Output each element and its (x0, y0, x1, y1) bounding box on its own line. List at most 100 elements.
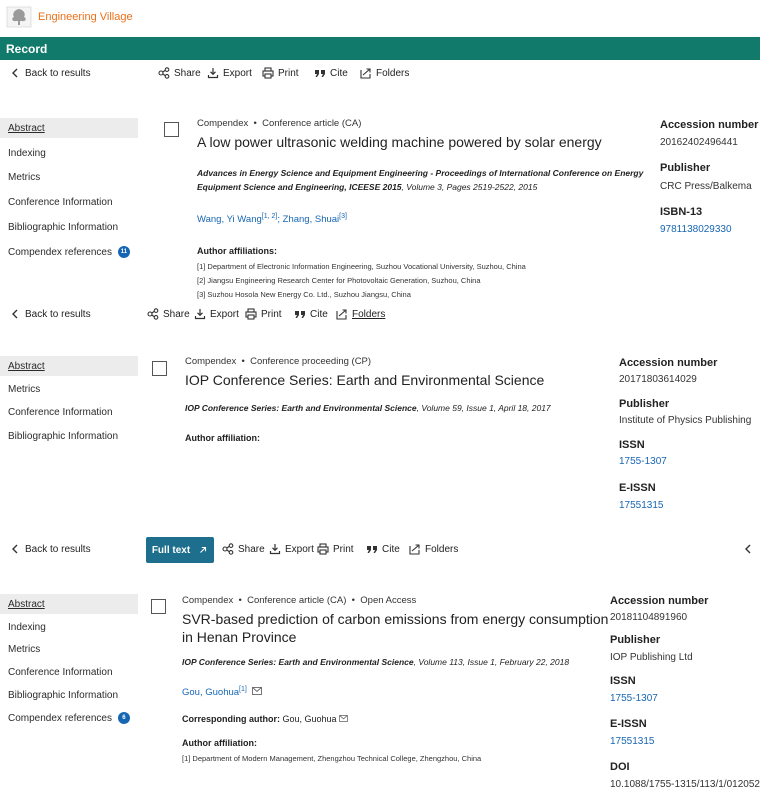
accession-number: 20162402496441 (660, 137, 738, 148)
nav-abstract[interactable]: Abstract (0, 356, 138, 376)
eissn-link[interactable]: 17551315 (619, 500, 664, 511)
publisher-value: IOP Publishing Ltd (610, 652, 693, 663)
doi-label: DOI (610, 761, 630, 773)
record-toolbar: Back to results Share Export Print Cite … (0, 305, 760, 329)
email-icon[interactable] (252, 687, 263, 696)
doi-value: 10.1088/1755-1315/113/1/012052 (610, 779, 760, 790)
folder-add-icon (409, 544, 420, 555)
share-icon (158, 67, 170, 79)
author-link[interactable]: Wang, Yi Wang (197, 214, 262, 225)
nav-metrics[interactable]: Metrics (0, 167, 138, 187)
print-button[interactable]: Print (245, 308, 282, 320)
folder-add-icon (336, 309, 347, 320)
email-icon[interactable] (339, 715, 348, 722)
export-button[interactable]: Export (207, 67, 252, 79)
nav-indexing[interactable]: Indexing (0, 143, 138, 163)
full-text-button[interactable]: Full text (146, 537, 214, 563)
nav-bibliographic-information[interactable]: Bibliographic Information (0, 685, 138, 705)
eissn-label: E-ISSN (619, 482, 656, 494)
cite-button[interactable]: Cite (366, 543, 400, 555)
nav-compendex-references[interactable]: Compendex references 11 (0, 242, 138, 262)
nav-metrics[interactable]: Metrics (0, 639, 138, 659)
record2-affiliation-label: Author affiliation: (185, 433, 260, 443)
record3-affiliation: [1] Department of Modern Management, Zhe… (182, 754, 482, 763)
print-button[interactable]: Print (317, 543, 354, 555)
quote-icon (295, 311, 305, 318)
print-button[interactable]: Print (262, 67, 299, 79)
folders-button[interactable]: Folders (409, 543, 458, 555)
record1-affiliation: [1] Department of Electronic Information… (197, 262, 526, 271)
record2-source: IOP Conference Series: Earth and Environ… (185, 403, 551, 413)
folders-button[interactable]: Folders (336, 308, 385, 320)
brand-header: Engineering Village (6, 6, 133, 28)
record2-select-checkbox[interactable] (152, 361, 167, 376)
folders-button[interactable]: Folders (360, 67, 409, 79)
back-to-results-link[interactable]: Back to results (9, 543, 91, 555)
cite-button[interactable]: Cite (314, 67, 348, 79)
nav-conference-information[interactable]: Conference Information (0, 662, 138, 682)
nav-metrics[interactable]: Metrics (0, 379, 138, 399)
record1-affiliation: [3] Suzhou Hosola New Energy Co. Ltd., S… (197, 290, 411, 299)
share-button[interactable]: Share (158, 67, 201, 79)
folder-add-icon (360, 68, 371, 79)
nav-abstract[interactable]: Abstract (0, 118, 138, 138)
record3-affiliation-label: Author affiliation: (182, 738, 257, 748)
record1-affiliation: [2] Jiangsu Engineering Research Center … (197, 276, 481, 285)
external-link-arrow-icon (200, 546, 207, 553)
publisher-label: Publisher (660, 162, 711, 174)
eissn-link[interactable]: 17551315 (610, 736, 655, 747)
nav-conference-information[interactable]: Conference Information (0, 192, 138, 212)
record3-title: SVR-based prediction of carbon emissions… (182, 611, 609, 645)
chevron-left-icon (12, 68, 18, 78)
chevron-left-icon (12, 309, 18, 319)
record3-select-checkbox[interactable] (151, 599, 166, 614)
isbn-label: ISBN-13 (660, 206, 703, 218)
record-toolbar: Back to results Full text Share Export P… (0, 537, 760, 565)
quote-icon (315, 70, 325, 77)
accession-number-label: Accession number (610, 595, 709, 607)
previous-record-button[interactable] (742, 543, 754, 555)
isbn-link[interactable]: 9781138029330 (660, 224, 732, 235)
record1-title: A low power ultrasonic welding machine p… (197, 134, 602, 150)
nav-conference-information[interactable]: Conference Information (0, 402, 138, 422)
brand-name[interactable]: Engineering Village (38, 11, 133, 23)
issn-link[interactable]: 1755-1307 (619, 456, 667, 467)
accession-number: 20181104891960 (610, 612, 688, 623)
nav-bibliographic-information[interactable]: Bibliographic Information (0, 217, 138, 237)
download-icon (207, 68, 219, 79)
author-link[interactable]: Gou, Guohua (182, 687, 239, 698)
share-button[interactable]: Share (147, 308, 190, 320)
printer-icon (262, 67, 274, 79)
elsevier-tree-icon (6, 6, 32, 28)
record1-select-checkbox[interactable] (164, 122, 179, 137)
nav-indexing[interactable]: Indexing (0, 617, 138, 637)
record3-source: IOP Conference Series: Earth and Environ… (182, 657, 570, 667)
accession-number-label: Accession number (619, 357, 718, 369)
author-link[interactable]: Zhang, Shuai (283, 214, 340, 225)
back-to-results-link[interactable]: Back to results (9, 308, 91, 320)
quote-icon (367, 546, 377, 553)
export-button[interactable]: Export (269, 543, 314, 555)
cite-button[interactable]: Cite (294, 308, 328, 320)
nav-compendex-references[interactable]: Compendex references 6 (0, 708, 138, 728)
issn-link[interactable]: 1755-1307 (610, 693, 658, 704)
back-to-results-link[interactable]: Back to results (9, 67, 91, 79)
printer-icon (245, 308, 257, 320)
nav-abstract[interactable]: Abstract (0, 594, 138, 614)
references-count-badge: 11 (117, 246, 130, 258)
record1-database-line: Compendex • Conference article (CA) (197, 118, 362, 129)
issn-label: ISSN (619, 439, 645, 451)
record2-title: IOP Conference Series: Earth and Environ… (185, 372, 545, 388)
export-button[interactable]: Export (194, 308, 239, 320)
printer-icon (317, 543, 329, 555)
issn-label: ISSN (610, 675, 636, 687)
publisher-value: CRC Press/Balkema (660, 181, 752, 192)
references-count-badge: 6 (117, 712, 130, 724)
record1-source: Advances in Energy Science and Equipment… (197, 168, 644, 192)
download-icon (194, 309, 206, 320)
record3-database-line: Compendex • Conference article (CA) • Op… (182, 595, 417, 606)
nav-bibliographic-information[interactable]: Bibliographic Information (0, 426, 138, 446)
share-icon (222, 543, 234, 555)
share-button[interactable]: Share (222, 543, 265, 555)
share-icon (147, 308, 159, 320)
